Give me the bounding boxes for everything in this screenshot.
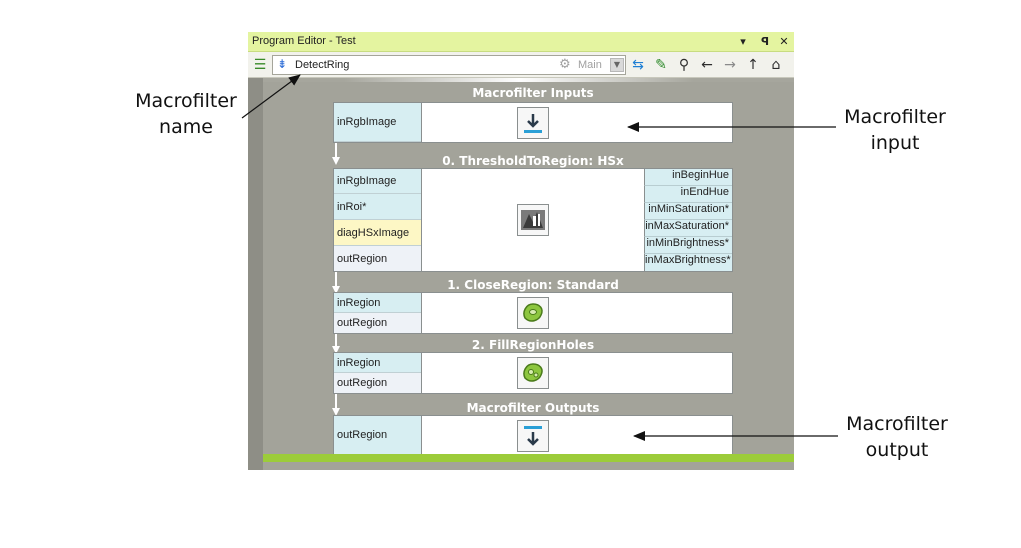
annotation-macrofilter-input: Macrofilter input [834, 104, 956, 156]
diag-port-diagHSxImage[interactable]: diagHSxImage [334, 220, 421, 246]
param-inMaxBrightness[interactable]: inMaxBrightness* [644, 254, 732, 271]
annotation-output-line1: Macrofilter [846, 413, 948, 435]
window-title: Program Editor - Test [252, 35, 356, 47]
home-icon[interactable]: ⌂ [766, 55, 786, 75]
up-arrow-icon[interactable]: ↑ [743, 55, 763, 75]
macrofilter-outputs-block[interactable]: outRegion [333, 415, 733, 455]
param-inBeginHue[interactable]: inBeginHue [644, 169, 732, 186]
swap-arrows-icon[interactable]: ⇆ [628, 55, 648, 75]
program-canvas: Macrofilter Inputs inRgbImage 0. Thresho… [263, 82, 794, 455]
output-arrow-icon [517, 420, 549, 452]
close-icon[interactable]: ✕ [777, 34, 791, 49]
input-port-inRegion[interactable]: inRegion [334, 353, 421, 373]
inputs-block-title: Macrofilter Inputs [472, 86, 594, 100]
close-region-block[interactable]: inRegion outRegion [333, 292, 733, 334]
forward-arrow-icon[interactable]: → [720, 55, 740, 75]
titlebar: Program Editor - Test ▾ ꟼ ✕ [248, 32, 794, 52]
input-port-inRegion[interactable]: inRegion [334, 293, 421, 313]
program-editor-window: Program Editor - Test ▾ ꟼ ✕ ☰ ⇟ DetectRi… [248, 32, 794, 470]
fill-region-holes-icon [517, 357, 549, 389]
bottom-strip [263, 462, 794, 470]
bottom-accent-bar [263, 454, 794, 462]
macrofilter-inputs-block[interactable]: inRgbImage [333, 102, 733, 143]
annotation-input-line1: Macrofilter [844, 106, 946, 128]
annotation-output-line2: output [865, 439, 929, 461]
fill-region-holes-block-title: 2. FillRegionHoles [471, 338, 595, 352]
annotation-input-line2: input [870, 132, 920, 154]
input-arrow-icon [517, 107, 549, 139]
edit-icon[interactable]: ✎ [651, 55, 671, 75]
chevron-down-icon[interactable]: ▼ [610, 58, 624, 72]
port-divider [421, 103, 422, 142]
toolbar-separator-glow [344, 78, 694, 82]
worker-task-label: Main [578, 59, 602, 71]
close-region-icon [517, 297, 549, 329]
input-port-inRgbImage[interactable]: inRgbImage [334, 169, 421, 194]
window-menu-dropdown-icon[interactable]: ▾ [736, 34, 750, 49]
gear-icon: ⚙ [559, 57, 571, 72]
port-divider [421, 169, 422, 271]
left-margin-bar [248, 78, 263, 470]
macrofilter-name: DetectRing [295, 59, 350, 71]
annotation-macrofilter-name: Macrofilter name [126, 88, 246, 140]
annotation-macrofilter-output: Macrofilter output [836, 411, 958, 463]
output-port-outRegion[interactable]: outRegion [334, 373, 421, 393]
input-port-inRgbImage[interactable]: inRgbImage [334, 103, 421, 142]
threshold-to-region-block[interactable]: inRgbImage inRoi* diagHSxImage outRegion… [333, 168, 733, 272]
output-port-outRegion[interactable]: outRegion [334, 313, 421, 333]
output-port-outRegion[interactable]: outRegion [334, 416, 421, 454]
macrofilter-icon: ⇟ [277, 57, 288, 71]
macrofilter-selector[interactable]: ⇟ DetectRing ⚙ Main ▼ [272, 55, 626, 75]
annotation-name-line2: name [159, 116, 213, 138]
outputs-block-title: Macrofilter Outputs [466, 401, 600, 415]
threshold-image-icon [517, 204, 549, 236]
close-region-block-title: 1. CloseRegion: Standard [447, 278, 619, 292]
search-icon[interactable]: ⚲ [674, 55, 694, 75]
toolbar: ☰ ⇟ DetectRing ⚙ Main ▼ ⇆ ✎ ⚲ ← → ↑ ⌂ [248, 52, 794, 78]
threshold-block-title: 0. ThresholdToRegion: HSx [442, 154, 624, 168]
param-inMinBrightness[interactable]: inMinBrightness* [644, 237, 732, 254]
input-port-inRoi[interactable]: inRoi* [334, 194, 421, 220]
output-port-outRegion[interactable]: outRegion [334, 246, 421, 271]
stage: Macrofilter name Macrofilter input Macro… [0, 0, 1021, 548]
param-inMaxSaturation[interactable]: inMaxSaturation* [644, 220, 732, 237]
back-arrow-icon[interactable]: ← [697, 55, 717, 75]
param-inMinSaturation[interactable]: inMinSaturation* [644, 203, 732, 220]
program-tree-icon[interactable]: ☰ [250, 55, 270, 75]
port-divider [421, 416, 422, 454]
port-divider [421, 353, 422, 393]
pin-icon[interactable]: ꟼ [758, 34, 772, 49]
param-inEndHue[interactable]: inEndHue [644, 186, 732, 203]
port-divider [421, 293, 422, 333]
annotation-name-line1: Macrofilter [135, 90, 237, 112]
fill-region-holes-block[interactable]: inRegion outRegion [333, 352, 733, 394]
